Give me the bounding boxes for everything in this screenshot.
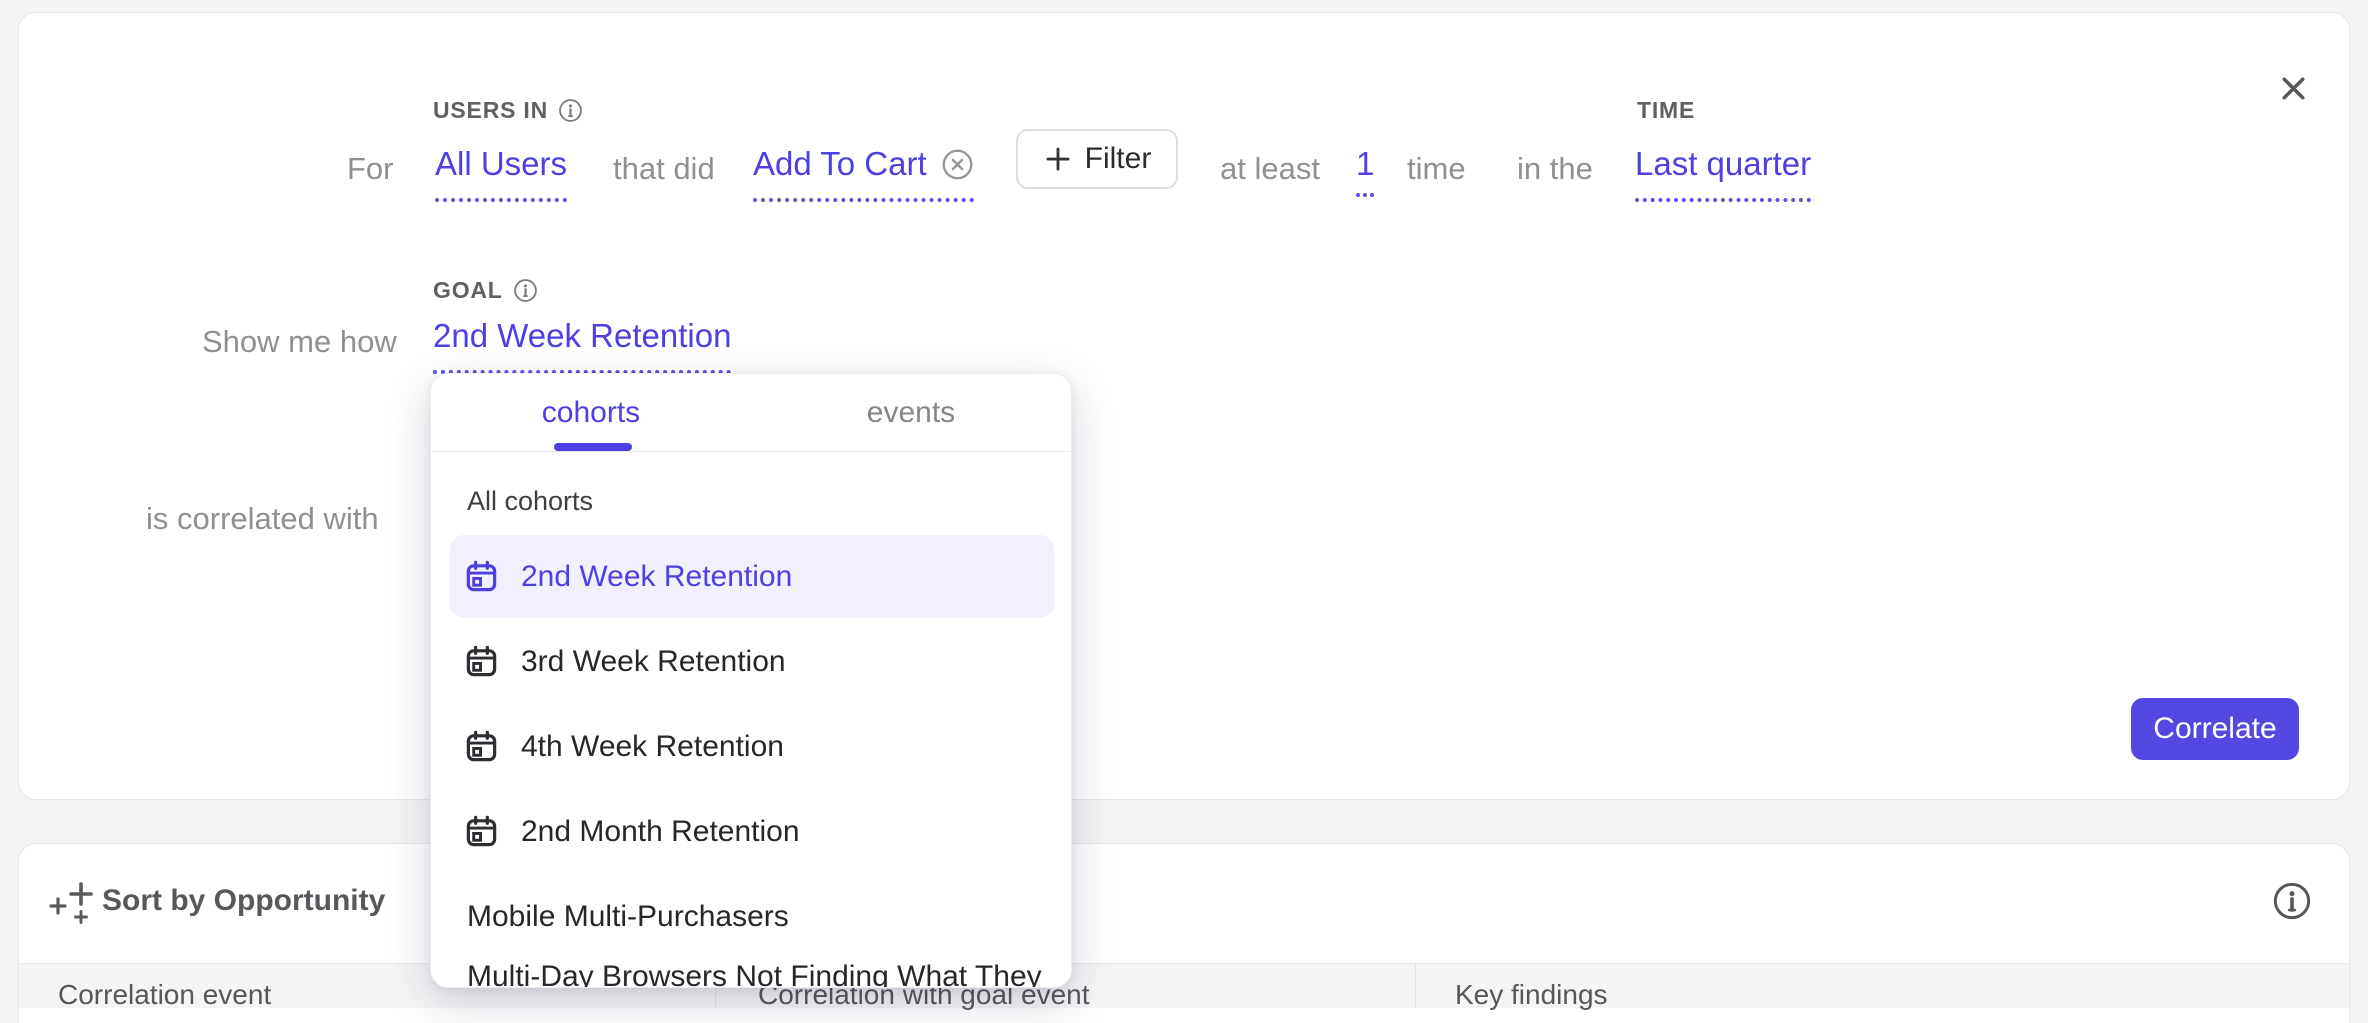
goal-value-text: 2nd Week Retention xyxy=(433,317,731,355)
time-range-value[interactable]: Last quarter xyxy=(1635,145,1811,202)
cohort-section-label: All cohorts xyxy=(467,486,593,517)
dropdown-tabs: cohorts events xyxy=(431,374,1071,452)
close-icon xyxy=(2275,70,2312,107)
tab-cohorts[interactable]: cohorts xyxy=(431,374,751,451)
show-me-how-word: Show me how xyxy=(202,324,397,360)
event-value-text: Add To Cart xyxy=(753,145,927,183)
count-value[interactable]: 1 xyxy=(1356,145,1374,197)
calendar-icon xyxy=(464,814,499,849)
list-item-label: Multi-Day Browsers Not Finding What They xyxy=(467,960,1042,989)
list-item-label: 2nd Week Retention xyxy=(521,560,792,594)
event-value[interactable]: Add To Cart xyxy=(753,145,974,202)
list-item-cohort[interactable]: 3rd Week Retention xyxy=(450,620,1054,703)
in-the-word: in the xyxy=(1517,151,1593,187)
column-header-correlation-event: Correlation event xyxy=(58,979,271,1011)
info-icon[interactable] xyxy=(513,278,538,303)
column-header-key-findings: Key findings xyxy=(1455,979,1608,1011)
add-filter-button[interactable]: Filter xyxy=(1016,129,1178,189)
tab-events[interactable]: events xyxy=(751,374,1071,451)
filter-button-label: Filter xyxy=(1085,142,1152,176)
that-did-word: that did xyxy=(613,151,715,187)
circle-x-icon[interactable] xyxy=(941,148,974,181)
info-icon xyxy=(2272,881,2312,921)
calendar-icon xyxy=(464,559,499,594)
list-item-label: Mobile Multi-Purchasers xyxy=(467,900,789,934)
time-label-text: TIME xyxy=(1637,97,1695,124)
goal-label-text: GOAL xyxy=(433,277,503,304)
results-info-button[interactable] xyxy=(2270,879,2314,923)
correlate-builder-card: For USERS IN All Users that did Add To C… xyxy=(18,12,2350,800)
list-item-label: 2nd Month Retention xyxy=(521,815,800,849)
sparkle-plus-icon xyxy=(48,878,94,924)
results-table-header xyxy=(19,963,2349,1008)
list-item-label: 3rd Week Retention xyxy=(521,645,786,679)
at-least-word: at least xyxy=(1220,151,1320,187)
plus-icon xyxy=(1043,144,1073,174)
time-range-value-text: Last quarter xyxy=(1635,145,1811,183)
sort-by-opportunity-button[interactable]: Sort by Opportunity xyxy=(102,884,385,918)
info-icon[interactable] xyxy=(558,98,583,123)
list-item-cohort[interactable]: 4th Week Retention xyxy=(450,705,1054,788)
goal-label: GOAL xyxy=(433,277,538,304)
close-button[interactable] xyxy=(2271,66,2315,110)
correlate-button[interactable]: Correlate xyxy=(2131,698,2299,760)
users-in-label-text: USERS IN xyxy=(433,97,548,124)
calendar-icon xyxy=(464,644,499,679)
time-label: TIME xyxy=(1637,97,1695,124)
time-word: time xyxy=(1407,151,1466,187)
calendar-icon xyxy=(464,729,499,764)
column-divider xyxy=(1415,963,1416,1008)
users-in-value-text: All Users xyxy=(435,145,567,183)
for-word: For xyxy=(347,151,394,187)
users-in-value[interactable]: All Users xyxy=(435,145,567,202)
list-item-cohort[interactable]: 2nd Month Retention xyxy=(450,790,1054,873)
cohort-picker-dropdown: cohorts events All cohorts 2nd Week Rete… xyxy=(430,373,1072,988)
count-value-text: 1 xyxy=(1356,145,1374,183)
goal-value[interactable]: 2nd Week Retention xyxy=(433,317,731,374)
users-in-label: USERS IN xyxy=(433,97,583,124)
list-item-cohort[interactable]: 2nd Week Retention xyxy=(450,535,1054,618)
is-correlated-with-word: is correlated with xyxy=(146,501,379,537)
active-tab-indicator xyxy=(554,443,632,451)
list-item-cohort[interactable]: Multi-Day Browsers Not Finding What They xyxy=(450,935,1054,988)
list-item-label: 4th Week Retention xyxy=(521,730,784,764)
